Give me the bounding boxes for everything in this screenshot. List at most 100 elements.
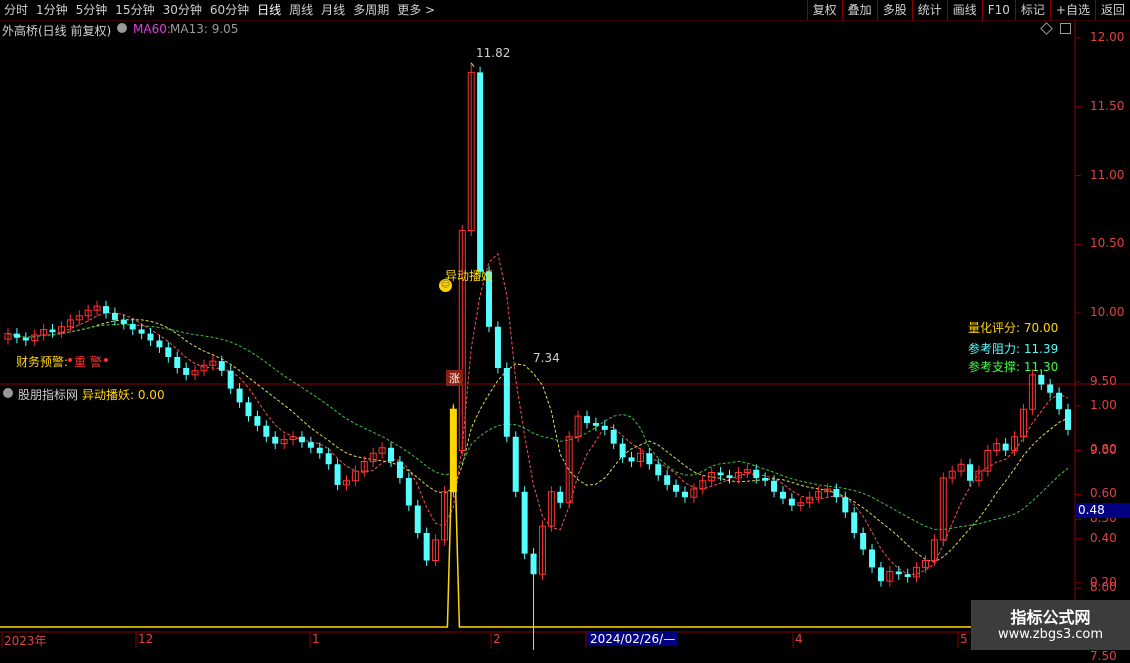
candle-body — [869, 549, 876, 568]
watermark-url: www.zbgs3.com — [997, 627, 1104, 642]
square-icon[interactable] — [1060, 23, 1071, 34]
price-tick: 10.00 — [1090, 305, 1125, 319]
resistance-level: 参考阻力: 11.39 — [968, 342, 1059, 356]
candle-body — [298, 436, 305, 443]
smiley-icon: ☺ — [439, 279, 452, 292]
candle-body — [967, 464, 974, 481]
high-price-label: 11.82 — [476, 46, 511, 60]
candle-body — [877, 567, 884, 582]
candle-body — [779, 491, 786, 499]
candle-body — [521, 491, 528, 554]
candle-body — [102, 306, 109, 313]
signal-text: 异动播妖 — [445, 269, 494, 283]
candle-body — [13, 333, 20, 338]
candle-body — [833, 489, 840, 498]
indicator-tick: 1.00 — [1090, 398, 1117, 412]
stock-title[interactable]: 外高桥(日线 前复权) — [2, 22, 111, 39]
candle-body — [156, 340, 163, 348]
indicator-tick: 0.20 — [1090, 574, 1117, 589]
support-level: 参考支撑: 11.30 — [968, 360, 1059, 374]
candle-body — [860, 533, 867, 550]
candle-body — [842, 497, 849, 513]
candle-body — [788, 498, 795, 506]
candle-body — [753, 469, 760, 478]
candle-body — [316, 447, 323, 454]
candle-body — [334, 464, 341, 485]
cursor-value-box: 0.48 — [1075, 503, 1130, 518]
candle-body — [396, 461, 403, 478]
finance-warning-value: 重 警 — [74, 355, 102, 369]
candle-body — [129, 324, 136, 330]
watermark: 指标公式网 www.zbgs3.com — [971, 600, 1130, 650]
candle-body — [325, 453, 332, 465]
price-tick: 9.50 — [1090, 373, 1117, 388]
candle-body — [1047, 384, 1054, 393]
indicator-source[interactable]: 股朋指标网 — [18, 386, 78, 403]
candle-body — [414, 505, 421, 533]
candle-body — [1038, 374, 1045, 385]
candle-body — [557, 491, 564, 503]
candle-body — [512, 436, 519, 492]
candle-body — [111, 313, 118, 320]
candle-body — [851, 512, 858, 533]
indicator-tick: 0.80 — [1090, 442, 1117, 457]
date-label: 4 — [795, 632, 803, 646]
candle-body — [263, 425, 270, 437]
candle-body — [272, 436, 279, 444]
candle-body — [610, 429, 617, 444]
candle-body — [147, 333, 154, 341]
watermark-title: 指标公式网 — [1010, 608, 1091, 627]
date-label: 2024/02/26/— — [588, 632, 678, 646]
limit-up-tag[interactable]: 涨 — [446, 370, 463, 386]
candle-body — [1065, 409, 1071, 430]
candle-body — [530, 553, 537, 575]
candle-body — [1056, 392, 1063, 410]
settings-icon[interactable] — [3, 388, 13, 398]
candle-body — [628, 457, 635, 462]
candle-body — [583, 416, 590, 423]
ma13-label: MA13: 9.05 — [170, 22, 239, 36]
candle-body — [494, 326, 501, 368]
candle-body — [895, 571, 902, 575]
indicator-line — [0, 405, 1075, 628]
candle-body — [227, 370, 234, 389]
candle-body — [49, 329, 56, 333]
candle-body — [174, 357, 181, 368]
settings-icon[interactable] — [117, 23, 127, 33]
date-label: 5 — [960, 632, 968, 646]
indicator-tick: 0.60 — [1090, 486, 1117, 501]
candle-body — [503, 368, 510, 437]
date-label: 1 — [312, 632, 320, 646]
price-tick: 10.50 — [1090, 236, 1125, 251]
candle-body — [245, 402, 252, 417]
candle-body — [681, 491, 688, 498]
date-label: 2 — [493, 632, 501, 646]
indicator-value: 异动播妖: 0.00 — [82, 388, 165, 402]
candle-body — [183, 368, 190, 375]
kline-chart[interactable] — [0, 0, 1130, 650]
candle-body — [673, 484, 680, 492]
candle-body — [592, 423, 599, 426]
candle-body — [1002, 443, 1009, 451]
finance-warning-label: 财务预警: — [16, 355, 69, 369]
candle-body — [236, 388, 243, 403]
candle-body — [22, 337, 29, 341]
moving-average-line — [7, 252, 1069, 575]
candle-body — [646, 453, 653, 465]
warning-dot-icon — [68, 358, 72, 362]
candle-body — [307, 442, 314, 448]
price-tick: 11.00 — [1090, 167, 1125, 182]
candle-body — [664, 475, 671, 485]
candle-body — [388, 447, 395, 462]
candle-body — [120, 319, 127, 324]
candle-body — [619, 443, 626, 458]
candle-body — [601, 425, 608, 430]
candle-body — [904, 574, 911, 577]
candle-body — [726, 475, 733, 478]
warning-dot-icon — [104, 358, 108, 362]
price-tick: 11.50 — [1090, 98, 1125, 113]
candle-body — [717, 472, 724, 476]
price-tick: 12.00 — [1090, 30, 1125, 44]
candle-body — [138, 329, 145, 334]
low-price-label: 7.34 — [533, 351, 560, 365]
